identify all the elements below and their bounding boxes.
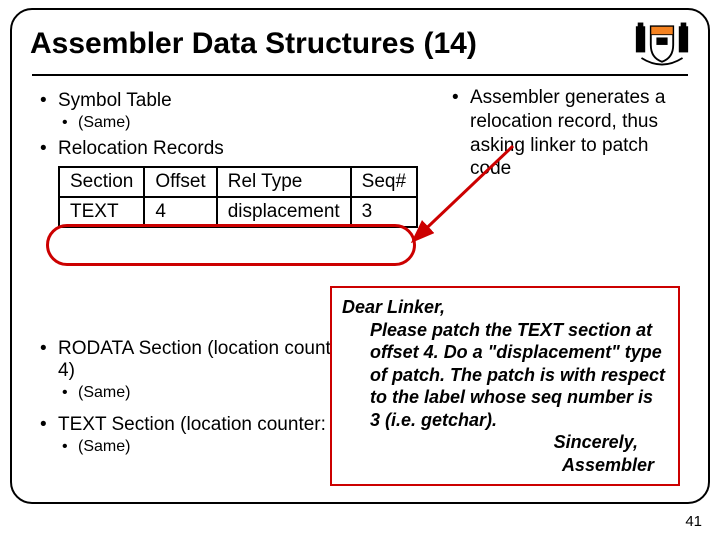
th-offset: Offset <box>144 167 216 197</box>
td-reltype: displacement <box>217 197 351 227</box>
content-area: Symbol Table (Same) Relocation Records S… <box>18 76 702 496</box>
letter-sig1: Sincerely, <box>342 431 668 454</box>
bullet-relocation-records: Relocation Records <box>40 138 460 160</box>
letter-box: Dear Linker, Please patch the TEXT secti… <box>330 286 680 486</box>
relocation-table: Section Offset Rel Type Seq# TEXT 4 disp… <box>58 166 418 228</box>
highlight-oval <box>46 224 416 266</box>
bullet-text-section: TEXT Section (location counter: 8) <box>40 414 360 436</box>
bullet-rodata-same: (Same) <box>62 384 360 402</box>
th-section: Section <box>59 167 144 197</box>
bullet-symbol-table-same: (Same) <box>62 114 460 132</box>
page-number: 41 <box>685 513 702 530</box>
td-offset: 4 <box>144 197 216 227</box>
letter-body: Please patch the TEXT section at offset … <box>342 319 668 432</box>
letter-sig2: Assembler <box>342 454 668 477</box>
table-row: TEXT 4 displacement 3 <box>59 197 417 227</box>
lower-left-column: RODATA Section (location counter: 4) (Sa… <box>40 326 360 462</box>
left-column: Symbol Table (Same) Relocation Records S… <box>40 84 460 228</box>
bullet-text-same: (Same) <box>62 438 360 456</box>
right-note-text: Assembler generates a relocation record,… <box>452 86 678 181</box>
right-note: Assembler generates a relocation record,… <box>452 86 678 181</box>
th-seq: Seq# <box>351 167 417 197</box>
bullet-rodata: RODATA Section (location counter: 4) <box>40 338 360 382</box>
letter-greeting: Dear Linker, <box>342 297 445 317</box>
td-seq: 3 <box>351 197 417 227</box>
slide-title: Assembler Data Structures (14) <box>30 27 477 61</box>
slide: Assembler Data Structures (14) Symbol Ta… <box>0 0 720 540</box>
td-section: TEXT <box>59 197 144 227</box>
bullet-symbol-table: Symbol Table <box>40 90 460 112</box>
crest-icon <box>634 20 690 68</box>
th-reltype: Rel Type <box>217 167 351 197</box>
table-header-row: Section Offset Rel Type Seq# <box>59 167 417 197</box>
title-row: Assembler Data Structures (14) <box>18 12 702 74</box>
relocation-table-wrap: Section Offset Rel Type Seq# TEXT 4 disp… <box>58 166 460 228</box>
